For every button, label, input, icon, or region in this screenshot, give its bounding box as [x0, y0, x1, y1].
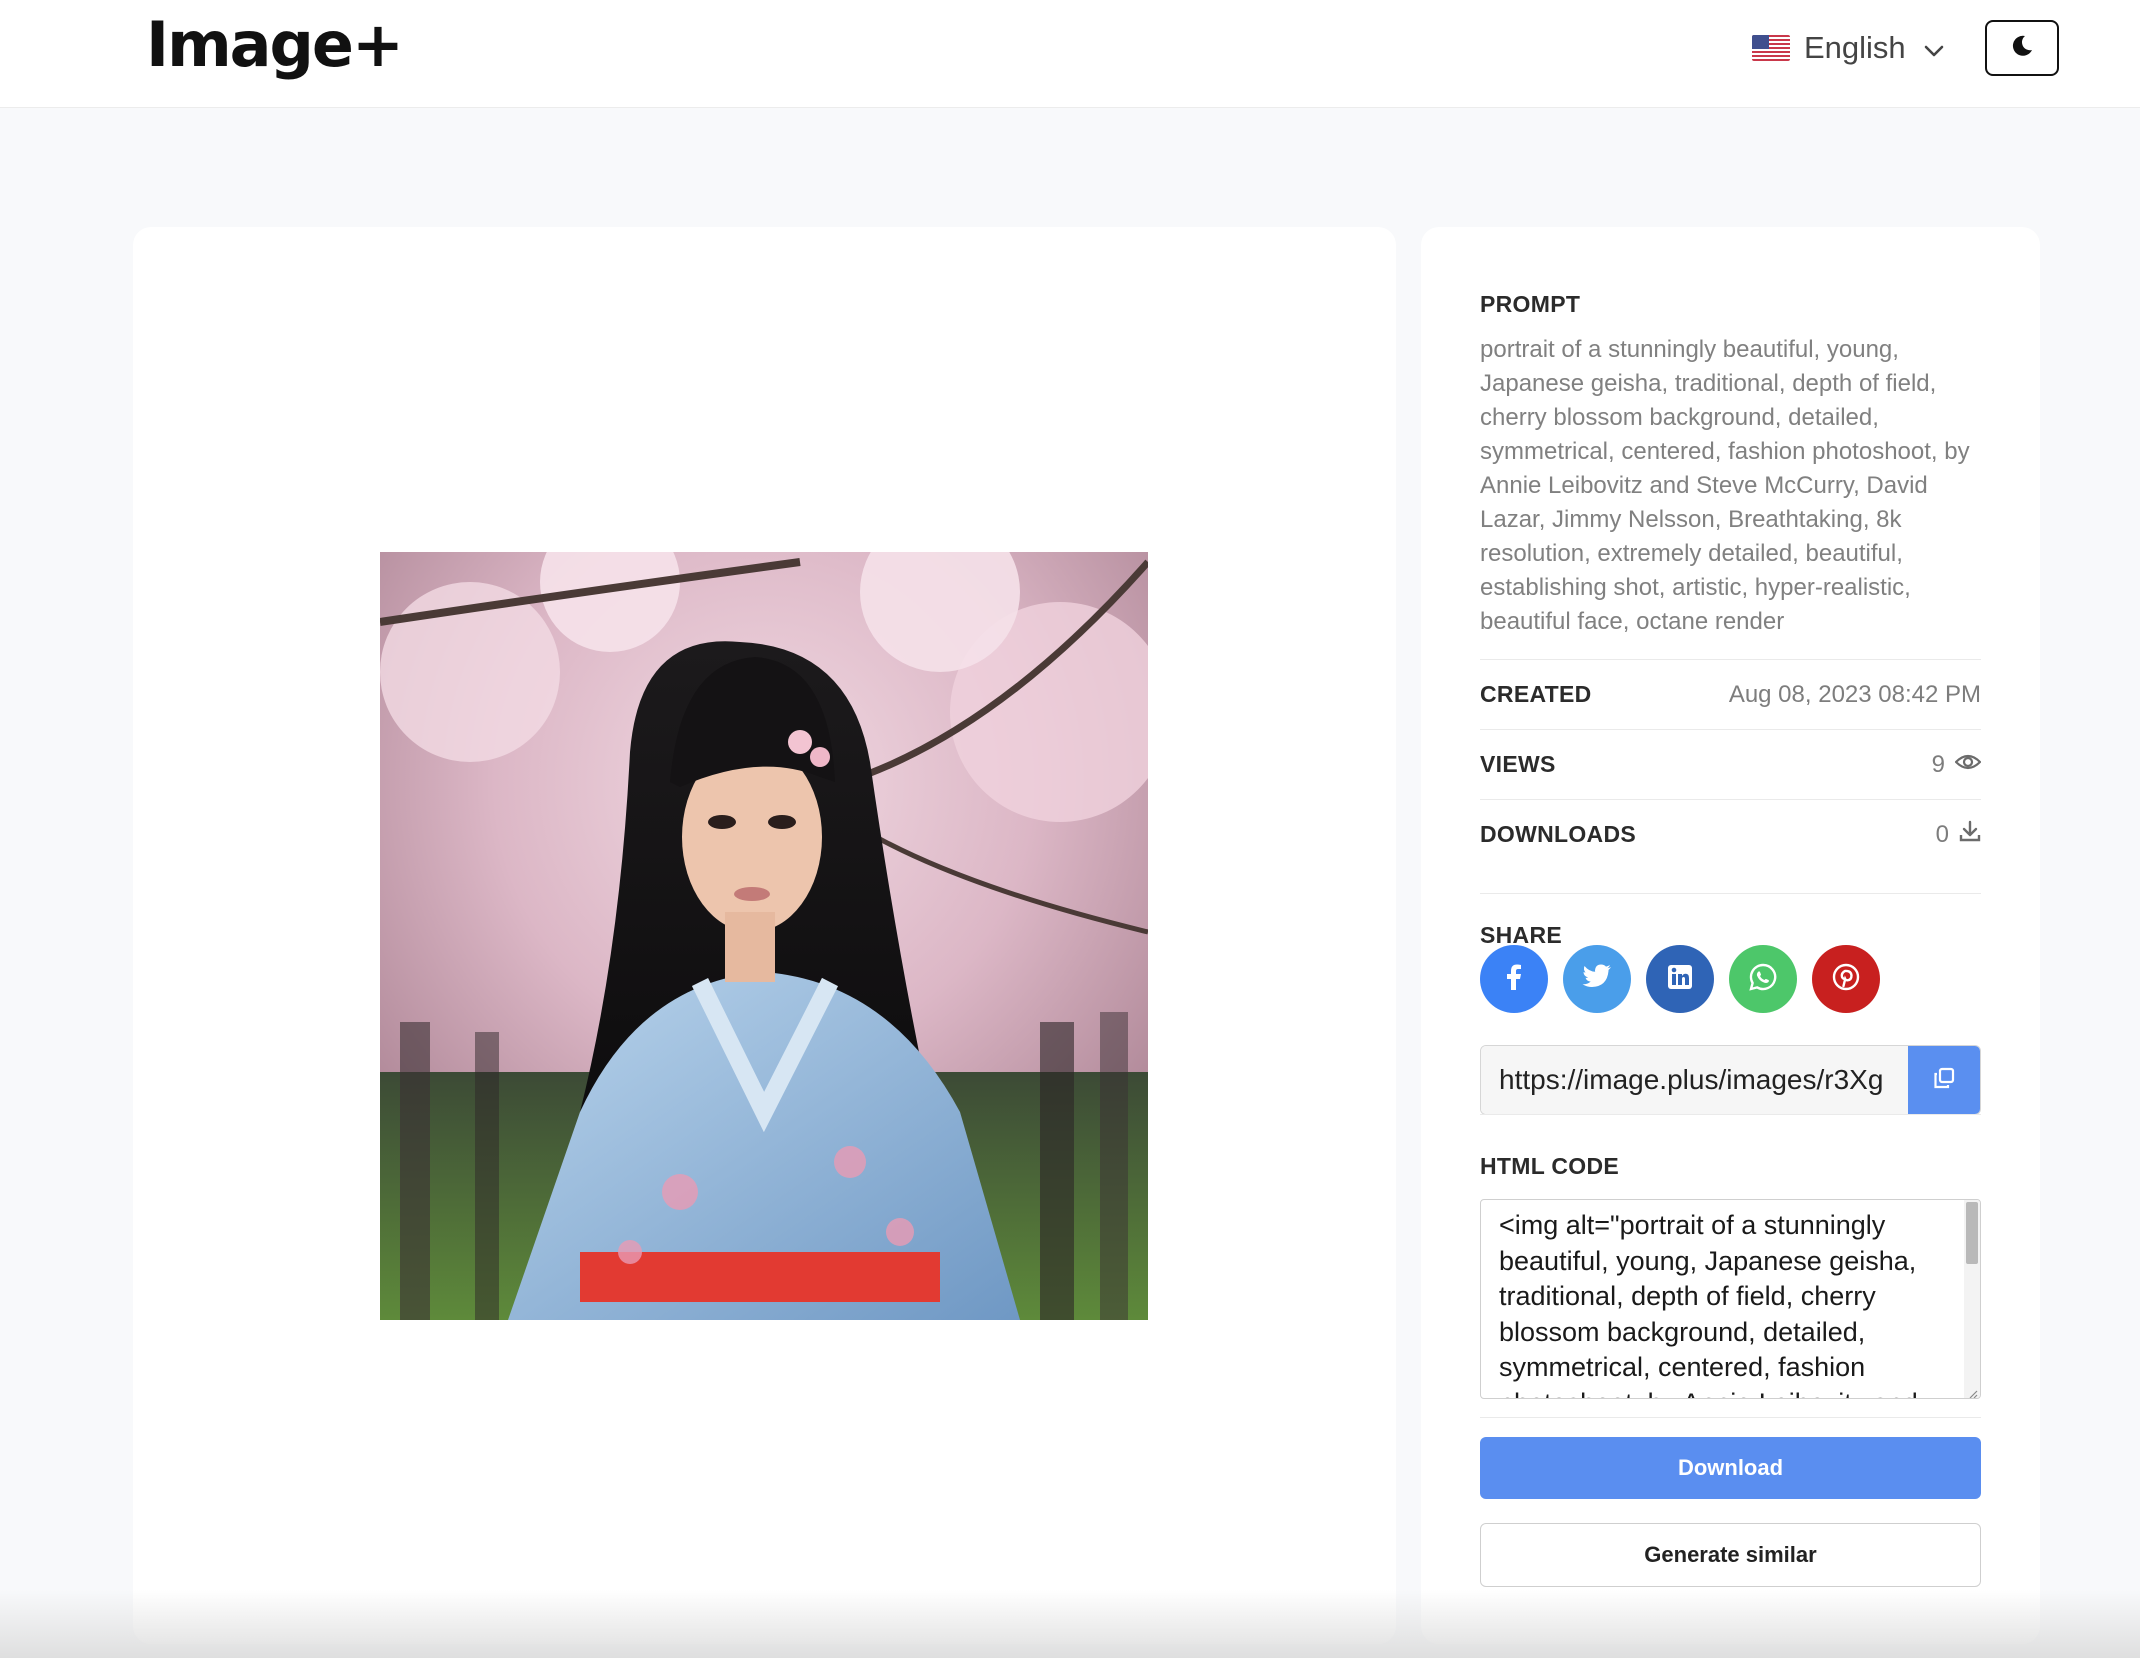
share-url-field — [1480, 1045, 1981, 1115]
views-row: VIEWS 9 — [1480, 729, 1982, 799]
share-label: SHARE — [1480, 893, 1981, 949]
logo[interactable]: Image+ — [146, 8, 404, 81]
prompt-label: PROMPT — [1480, 291, 1581, 317]
html-code-label: HTML CODE — [1480, 1114, 1981, 1180]
facebook-share-button[interactable] — [1480, 945, 1548, 1013]
pinterest-share-button[interactable] — [1812, 945, 1880, 1013]
whatsapp-icon — [1749, 963, 1777, 996]
facebook-icon — [1500, 963, 1528, 996]
language-label: English — [1804, 30, 1906, 65]
prompt-text: portrait of a stunningly beautiful, youn… — [1480, 336, 1970, 635]
language-selector[interactable]: English — [1752, 26, 1944, 70]
theme-toggle-button[interactable] — [1985, 20, 2059, 76]
whatsapp-share-button[interactable] — [1729, 945, 1797, 1013]
downloads-label: DOWNLOADS — [1480, 821, 1637, 847]
textarea-scrollbar[interactable] — [1964, 1200, 1980, 1398]
image-preview-card — [133, 227, 1396, 1644]
pinterest-icon — [1832, 963, 1860, 996]
created-row: CREATED Aug 08, 2023 08:42 PM — [1480, 659, 1981, 729]
html-code-text: <img alt="portrait of a stunningly beaut… — [1499, 1210, 1918, 1398]
downloads-row: DOWNLOADS 0 — [1480, 799, 1981, 869]
downloads-count: 0 — [1935, 820, 1949, 848]
linkedin-share-button[interactable] — [1646, 945, 1714, 1013]
scrollbar-thumb[interactable] — [1966, 1202, 1978, 1264]
eye-icon — [1954, 751, 1982, 779]
resize-grip-icon[interactable] — [1968, 1386, 1978, 1398]
html-code-textarea[interactable]: <img alt="portrait of a stunningly beaut… — [1480, 1199, 1981, 1399]
share-buttons — [1480, 945, 1880, 1013]
moon-icon — [2010, 34, 2034, 63]
chevron-down-icon — [1924, 30, 1944, 66]
twitter-share-button[interactable] — [1563, 945, 1631, 1013]
copy-url-button[interactable] — [1908, 1046, 1980, 1114]
download-icon — [1959, 820, 1981, 849]
top-navigation-bar: Image+ English — [0, 0, 2140, 108]
linkedin-icon — [1667, 964, 1693, 995]
copy-icon — [1932, 1066, 1956, 1095]
generate-similar-button[interactable]: Generate similar — [1480, 1523, 1981, 1587]
download-button[interactable]: Download — [1480, 1437, 1981, 1499]
views-label: VIEWS — [1480, 751, 1556, 777]
share-url-input[interactable] — [1481, 1046, 1908, 1114]
created-value: Aug 08, 2023 08:42 PM — [1728, 680, 1981, 708]
created-label: CREATED — [1480, 681, 1592, 707]
divider — [1480, 1417, 1981, 1418]
image-details-panel: PROMPT portrait of a stunningly beautifu… — [1421, 227, 2040, 1644]
twitter-icon — [1582, 964, 1612, 995]
views-count: 9 — [1931, 750, 1945, 778]
us-flag-icon — [1752, 35, 1790, 61]
generated-image[interactable] — [380, 552, 1148, 1320]
